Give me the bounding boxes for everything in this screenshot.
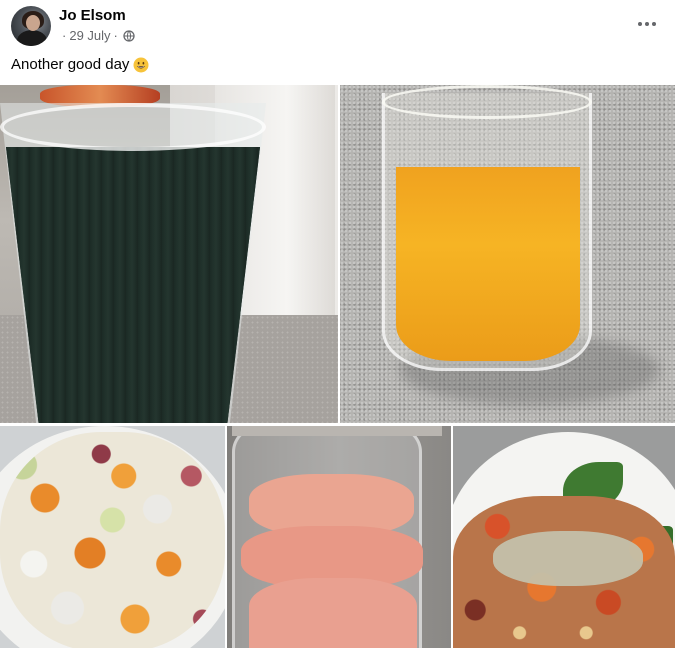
more-options-dot [645, 22, 649, 26]
pink-smoothie-photo[interactable] [227, 426, 451, 648]
globe-icon[interactable] [123, 29, 135, 42]
post-meta: · 29 July · [62, 28, 135, 43]
more-options-dot [652, 22, 656, 26]
salad-photo[interactable] [0, 426, 225, 648]
glass-rim [382, 85, 592, 119]
more-options-button[interactable] [635, 12, 659, 36]
avatar[interactable] [11, 6, 51, 46]
pink-smoothie [249, 578, 417, 648]
glass-rim [0, 103, 266, 151]
meta-separator: · [62, 28, 67, 43]
author-name[interactable]: Jo Elsom [59, 7, 126, 24]
salad [0, 432, 225, 648]
meta-separator: · [113, 28, 118, 43]
post-text: Another good day [11, 56, 149, 73]
avatar-face [26, 15, 40, 31]
avatar-body [17, 30, 47, 46]
bottle-top [232, 426, 442, 436]
post-text-content: Another good day [11, 56, 130, 73]
post-date[interactable]: 29 July [69, 28, 110, 43]
grinning-face-icon [133, 57, 149, 72]
post-header: Jo Elsom · 29 July · [0, 0, 675, 50]
orange-juice [396, 167, 580, 361]
orange-juice-photo[interactable] [340, 85, 675, 423]
roasted-vegetable-bowl-photo[interactable] [453, 426, 675, 648]
green-smoothie [6, 147, 260, 423]
sauce [493, 531, 643, 586]
more-options-icon [638, 22, 642, 26]
green-smoothie-photo[interactable] [0, 85, 338, 423]
